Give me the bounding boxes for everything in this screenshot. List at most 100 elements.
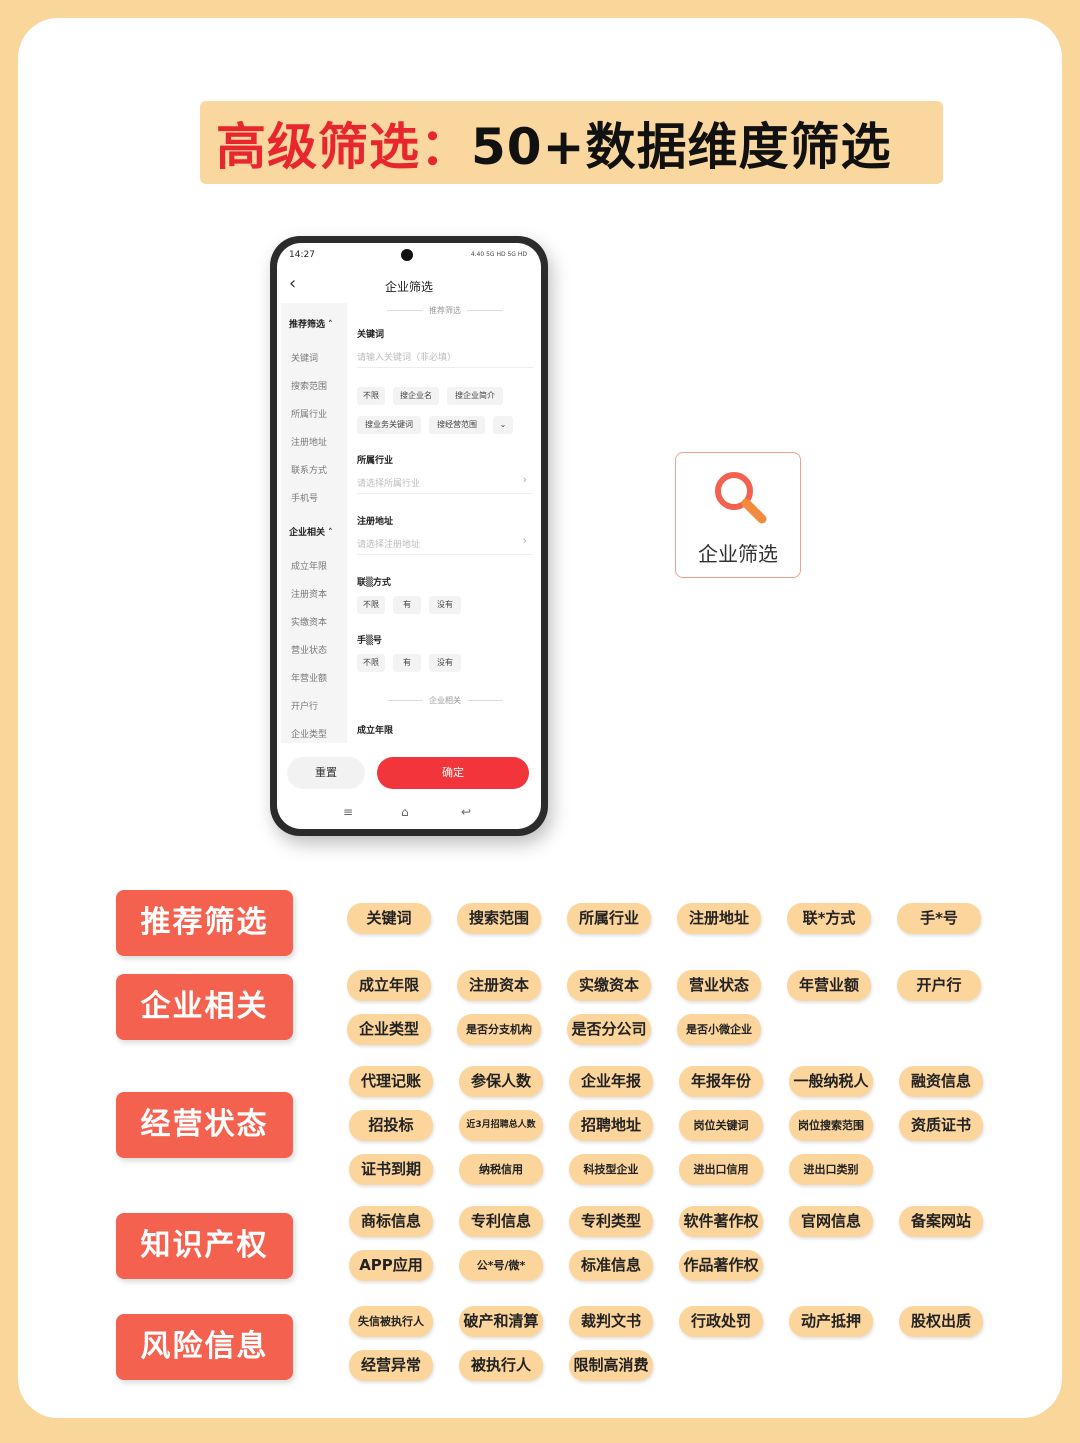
sidebar-group-company[interactable]: 企业相关 ˄ bbox=[289, 525, 333, 538]
section-header: 企业相关 bbox=[357, 695, 533, 706]
sidebar-item[interactable]: 企业类型 bbox=[291, 727, 327, 740]
filter-tag: 商标信息 bbox=[349, 1206, 433, 1237]
keyword-input[interactable]: 请输入关键词（非必填） bbox=[357, 350, 456, 363]
scope-chip[interactable]: 搜经营范围 bbox=[429, 416, 485, 434]
filter-tag: 进出口信用 bbox=[679, 1154, 763, 1185]
filter-tag: 注册资本 bbox=[457, 970, 541, 1001]
mobile-chip[interactable]: 有 bbox=[393, 654, 421, 672]
sidebar-group-recommend[interactable]: 推荐筛选 ˄ bbox=[289, 317, 333, 330]
category-recommend: 推荐筛选 bbox=[116, 890, 293, 956]
return-icon[interactable]: ↩ bbox=[461, 805, 471, 819]
phone-screen: 14:27 4.40 5G HD 5G HD ‹ 企业筛选 推荐筛选 ˄ 关键词… bbox=[277, 243, 541, 829]
filter-tag: 动产抵押 bbox=[789, 1306, 873, 1337]
contact-chip[interactable]: 不限 bbox=[357, 596, 385, 614]
filter-tag: 成立年限 bbox=[347, 970, 431, 1001]
filter-tag: 近3月招聘总人数 bbox=[459, 1110, 543, 1141]
filter-tag: 是否分公司 bbox=[567, 1014, 651, 1045]
filter-tag: 注册地址 bbox=[677, 903, 761, 934]
scope-chip[interactable]: 搜业务关键词 bbox=[357, 416, 421, 434]
filter-tag: 开户行 bbox=[897, 970, 981, 1001]
filter-tag: 资质证书 bbox=[899, 1110, 983, 1141]
headline-banner: 高级筛选： 50+数据维度筛选 bbox=[200, 101, 943, 184]
filter-tag: 所属行业 bbox=[567, 903, 651, 934]
filter-tag: 软件著作权 bbox=[679, 1206, 763, 1237]
filter-tag: 标准信息 bbox=[569, 1250, 653, 1281]
sidebar-item[interactable]: 注册资本 bbox=[291, 587, 327, 600]
filter-tag: 招投标 bbox=[349, 1110, 433, 1141]
camera-icon bbox=[401, 249, 413, 261]
mobile-chip[interactable]: 不限 bbox=[357, 654, 385, 672]
industry-label: 所属行业 bbox=[357, 456, 394, 466]
filter-tag: 融资信息 bbox=[899, 1066, 983, 1097]
status-bar: 14:27 4.40 5G HD 5G HD bbox=[277, 249, 541, 263]
filter-tag: 失信被执行人 bbox=[349, 1306, 433, 1337]
scope-chip[interactable]: 不限 bbox=[357, 387, 385, 405]
mobile-chip[interactable]: 没有 bbox=[429, 654, 461, 672]
chevron-right-icon: › bbox=[522, 534, 527, 547]
phone-mockup: 14:27 4.40 5G HD 5G HD ‹ 企业筛选 推荐筛选 ˄ 关键词… bbox=[270, 236, 548, 836]
contact-chip[interactable]: 有 bbox=[393, 596, 421, 614]
section-header: 推荐筛选 bbox=[357, 305, 533, 316]
sidebar-item[interactable]: 所属行业 bbox=[291, 407, 327, 420]
filter-tag: 公*号/微* bbox=[459, 1250, 543, 1281]
contact-label: 联▒方式 bbox=[357, 578, 391, 588]
menu-icon[interactable]: ≡ bbox=[343, 805, 353, 819]
filter-tag: 进出口类别 bbox=[789, 1154, 873, 1185]
filter-tag: 备案网站 bbox=[899, 1206, 983, 1237]
filter-tag: 裁判文书 bbox=[569, 1306, 653, 1337]
action-bar: 重置 确定 bbox=[277, 757, 541, 791]
sidebar-item[interactable]: 实缴资本 bbox=[291, 615, 327, 628]
filter-tag: 关键词 bbox=[347, 903, 431, 934]
confirm-button[interactable]: 确定 bbox=[377, 757, 529, 789]
sidebar-item[interactable]: 注册地址 bbox=[291, 435, 327, 448]
filter-tag: 岗位关键词 bbox=[679, 1110, 763, 1141]
feature-card: 企业筛选 bbox=[675, 452, 801, 578]
filter-tag: 年营业额 bbox=[787, 970, 871, 1001]
sidebar-item[interactable]: 关键词 bbox=[291, 351, 318, 364]
filter-tag: 纳税信用 bbox=[459, 1154, 543, 1185]
filter-tag: 经营异常 bbox=[349, 1350, 433, 1381]
category-risk: 风险信息 bbox=[116, 1314, 293, 1380]
headline-red: 高级筛选： bbox=[216, 117, 471, 176]
filter-tag: 营业状态 bbox=[677, 970, 761, 1001]
page-title: 企业筛选 bbox=[384, 280, 433, 294]
sidebar-item[interactable]: 开户行 bbox=[291, 699, 318, 712]
status-time: 14:27 bbox=[289, 250, 315, 260]
chevron-down-icon[interactable]: ⌄ bbox=[493, 416, 513, 434]
filter-tag: 参保人数 bbox=[459, 1066, 543, 1097]
address-select[interactable]: 请选择注册地址 bbox=[357, 537, 420, 550]
industry-select[interactable]: 请选择所属行业 bbox=[357, 476, 420, 489]
sidebar-item[interactable]: 手机号 bbox=[291, 491, 318, 504]
filter-tag: 搜索范围 bbox=[457, 903, 541, 934]
filter-tag: 破产和清算 bbox=[459, 1306, 543, 1337]
sidebar-item[interactable]: 联系方式 bbox=[291, 463, 327, 476]
filter-tag: 官网信息 bbox=[789, 1206, 873, 1237]
filter-tag: 科技型企业 bbox=[569, 1154, 653, 1185]
sidebar-item[interactable]: 营业状态 bbox=[291, 643, 327, 656]
filter-tag: 企业年报 bbox=[569, 1066, 653, 1097]
filter-tag: 联*方式 bbox=[787, 903, 871, 934]
filter-sidebar: 推荐筛选 ˄ 关键词 搜索范围 所属行业 注册地址 联系方式 手机号 企业相关 … bbox=[281, 303, 347, 743]
sidebar-item[interactable]: 成立年限 bbox=[291, 559, 327, 572]
filter-tag: 股权出质 bbox=[899, 1306, 983, 1337]
scope-chip[interactable]: 搜企业简介 bbox=[447, 387, 503, 405]
filter-tag: 代理记账 bbox=[349, 1066, 433, 1097]
filter-tag: 岗位搜索范围 bbox=[789, 1110, 873, 1141]
nav-bar: ‹ 企业筛选 bbox=[277, 273, 541, 297]
filter-tag: 企业类型 bbox=[347, 1014, 431, 1045]
category-operation: 经营状态 bbox=[116, 1092, 293, 1158]
contact-chip[interactable]: 没有 bbox=[429, 596, 461, 614]
category-ip: 知识产权 bbox=[116, 1213, 293, 1279]
filter-tag: 限制高消费 bbox=[569, 1350, 653, 1381]
filter-tag: 招聘地址 bbox=[569, 1110, 653, 1141]
sidebar-item[interactable]: 年营业额 bbox=[291, 671, 327, 684]
filter-tag: 手*号 bbox=[897, 903, 981, 934]
scope-chip[interactable]: 搜企业名 bbox=[393, 387, 439, 405]
filter-tag: 是否分支机构 bbox=[457, 1014, 541, 1045]
sidebar-item[interactable]: 搜索范围 bbox=[291, 379, 327, 392]
category-company: 企业相关 bbox=[116, 974, 293, 1040]
filter-tag: 一般纳税人 bbox=[789, 1066, 873, 1097]
filter-tag: 专利类型 bbox=[569, 1206, 653, 1237]
reset-button[interactable]: 重置 bbox=[287, 757, 365, 789]
home-icon[interactable]: ⌂ bbox=[401, 805, 409, 819]
